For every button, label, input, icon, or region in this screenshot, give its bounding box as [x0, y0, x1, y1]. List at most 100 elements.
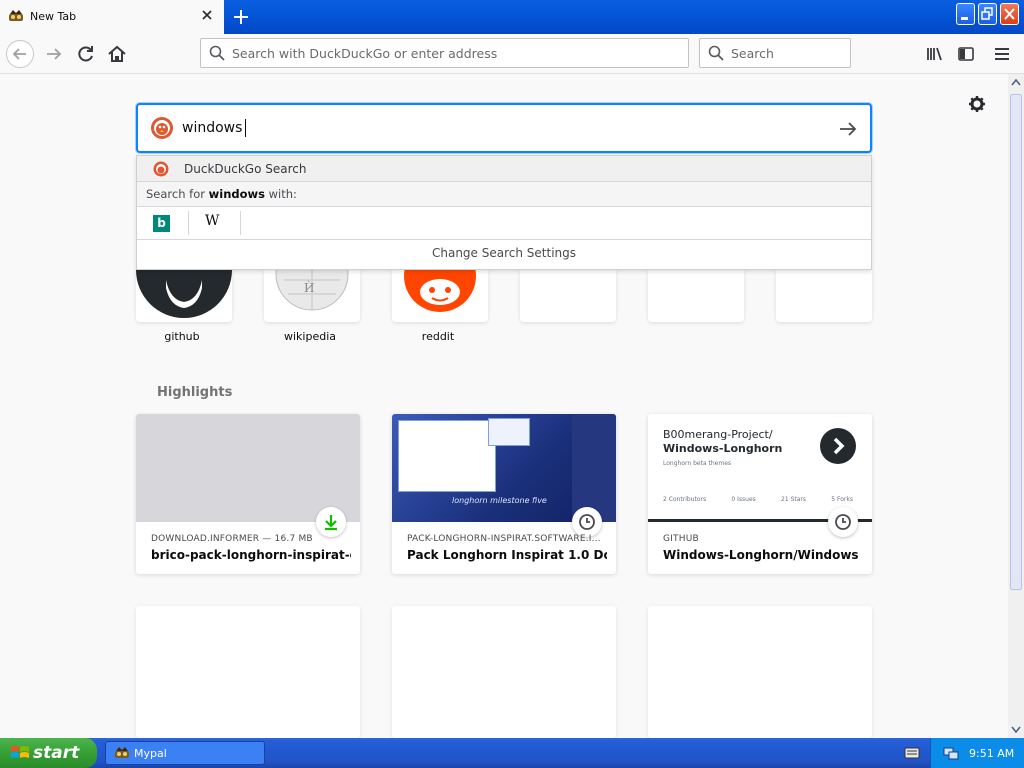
highlight-card[interactable]: longhorn milestone five PACK-LONGHORN-IN…	[392, 414, 616, 574]
clock-icon	[579, 514, 595, 530]
reload-icon	[78, 46, 93, 62]
card-badge	[572, 507, 602, 537]
library-icon	[927, 47, 942, 61]
repo-owner: B00merang-Project/	[663, 428, 773, 441]
engine-divider	[188, 211, 189, 235]
top-site-github[interactable]	[136, 270, 232, 322]
search-bar[interactable]: Search	[699, 38, 851, 68]
text-caret	[245, 119, 246, 137]
highlights-heading: Highlights	[157, 385, 233, 400]
top-site-reddit[interactable]	[392, 270, 488, 322]
highlight-card[interactable]: B00merang-Project/ Windows-Longhorn Long…	[648, 414, 872, 574]
one-off-engines: b W	[137, 207, 871, 240]
github-logo-icon	[136, 270, 232, 318]
url-bar[interactable]: Search with DuckDuckGo or enter address	[200, 38, 689, 68]
duckduckgo-icon	[153, 161, 169, 177]
highlight-placeholder	[648, 606, 872, 738]
gear-icon[interactable]	[968, 95, 986, 113]
back-button[interactable]	[6, 40, 34, 68]
menu-button[interactable]	[988, 40, 1016, 68]
taskbar-item-mypal[interactable]: Mypal	[105, 741, 265, 765]
screenshot-window	[398, 420, 496, 492]
search-query-text: windows	[182, 120, 243, 136]
window-restore-button[interactable]	[978, 3, 997, 25]
search-suggestions-popup: DuckDuckGo Search Search for windows wit…	[136, 155, 872, 270]
change-search-settings-button[interactable]: Change Search Settings	[137, 246, 871, 260]
library-button[interactable]	[920, 40, 948, 68]
sidebar-icon	[958, 47, 974, 61]
top-site-label: github	[164, 330, 200, 343]
forward-button[interactable]	[40, 40, 68, 68]
system-tray: 9:51 AM	[930, 738, 1024, 768]
top-site-label: reddit	[421, 330, 455, 343]
scrollbar-thumb[interactable]	[1010, 94, 1022, 590]
card-title: Windows-Longhorn/Windows Lo...	[663, 548, 863, 562]
engine-divider	[240, 211, 241, 235]
repo-stat: 2 Contributors	[663, 496, 707, 503]
home-icon	[108, 45, 126, 62]
card-source: DOWNLOAD.INFORMER — 16.7 MB	[151, 534, 313, 544]
top-site-wikipedia[interactable]: Ѝ	[264, 270, 360, 322]
start-label: start	[33, 743, 80, 763]
reload-button[interactable]	[72, 40, 100, 68]
close-tab-icon[interactable]	[200, 8, 214, 22]
github-mark-icon	[820, 428, 856, 464]
wikipedia-logo-icon: Ѝ	[275, 270, 349, 311]
network-icon[interactable]	[943, 745, 959, 761]
scroll-up-icon[interactable]	[1011, 78, 1021, 86]
arrow-left-icon	[12, 48, 26, 60]
highlight-placeholder	[136, 606, 360, 738]
plus-icon	[234, 10, 248, 24]
card-thumbnail: B00merang-Project/ Windows-Longhorn Long…	[648, 414, 872, 522]
search-icon	[708, 45, 724, 61]
download-icon	[325, 515, 337, 531]
arrow-right-icon	[47, 48, 62, 60]
windows-logo-icon	[11, 746, 29, 758]
reddit-logo-icon	[404, 270, 476, 312]
hamburger-menu-icon	[995, 48, 1009, 60]
navigation-toolbar: Search with DuckDuckGo or enter address …	[0, 34, 1024, 74]
wikipedia-icon[interactable]: W	[205, 213, 225, 233]
top-site-label: wikipedia	[283, 330, 336, 343]
card-badge	[316, 507, 346, 537]
home-button[interactable]	[103, 40, 131, 68]
engine-label: DuckDuckGo Search	[184, 162, 307, 176]
window-minimize-button[interactable]	[956, 3, 975, 25]
card-badge	[828, 507, 858, 537]
repo-stat: 0 Issues	[731, 496, 756, 503]
search-for-header: Search for windows with:	[137, 182, 871, 207]
repo-stats: 2 Contributors 0 Issues 21 Stars 5 Forks	[663, 496, 853, 503]
highlight-card[interactable]: DOWNLOAD.INFORMER — 16.7 MB brico-pack-l…	[136, 414, 360, 574]
svg-text:Ѝ: Ѝ	[304, 280, 314, 295]
search-for-term: windows	[208, 187, 265, 201]
clock[interactable]: 9:51 AM	[969, 747, 1014, 760]
tab-new-tab[interactable]: New Tab	[0, 0, 224, 34]
top-site-empty[interactable]	[776, 270, 872, 322]
clock-icon	[835, 514, 851, 530]
sidebar-toggle-button[interactable]	[952, 40, 980, 68]
scroll-down-icon[interactable]	[1011, 726, 1021, 734]
search-for-suffix: with:	[268, 187, 297, 201]
bing-icon[interactable]: b	[153, 215, 170, 232]
card-source: PACK-LONGHORN-INSPIRAT.SOFTWARE.I...	[407, 534, 601, 544]
window-close-button[interactable]	[1000, 3, 1019, 25]
suggestion-engine-row[interactable]: DuckDuckGo Search	[137, 156, 871, 182]
card-title: brico-pack-longhorn-inspirat-cr...	[151, 548, 351, 562]
search-for-text: Search for windows with:	[146, 187, 297, 201]
url-bar-placeholder: Search with DuckDuckGo or enter address	[232, 46, 498, 61]
minimize-icon	[961, 17, 968, 20]
new-tab-button[interactable]	[228, 2, 254, 32]
repo-description: Longhorn beta themes	[663, 460, 732, 467]
top-site-empty[interactable]	[520, 270, 616, 322]
card-thumbnail: longhorn milestone five	[392, 414, 616, 522]
keyboard-icon[interactable]	[904, 746, 920, 760]
mypal-favicon-icon	[9, 10, 23, 21]
arrow-right-icon[interactable]	[838, 119, 858, 139]
restore-icon	[981, 7, 993, 20]
longhorn-banner-text: longhorn milestone five	[452, 496, 547, 505]
highlight-placeholder	[392, 606, 616, 738]
top-site-empty[interactable]	[648, 270, 744, 322]
newtab-search-input[interactable]: windows	[136, 103, 872, 153]
search-bar-placeholder: Search	[731, 46, 774, 61]
start-button[interactable]: start	[0, 738, 97, 768]
